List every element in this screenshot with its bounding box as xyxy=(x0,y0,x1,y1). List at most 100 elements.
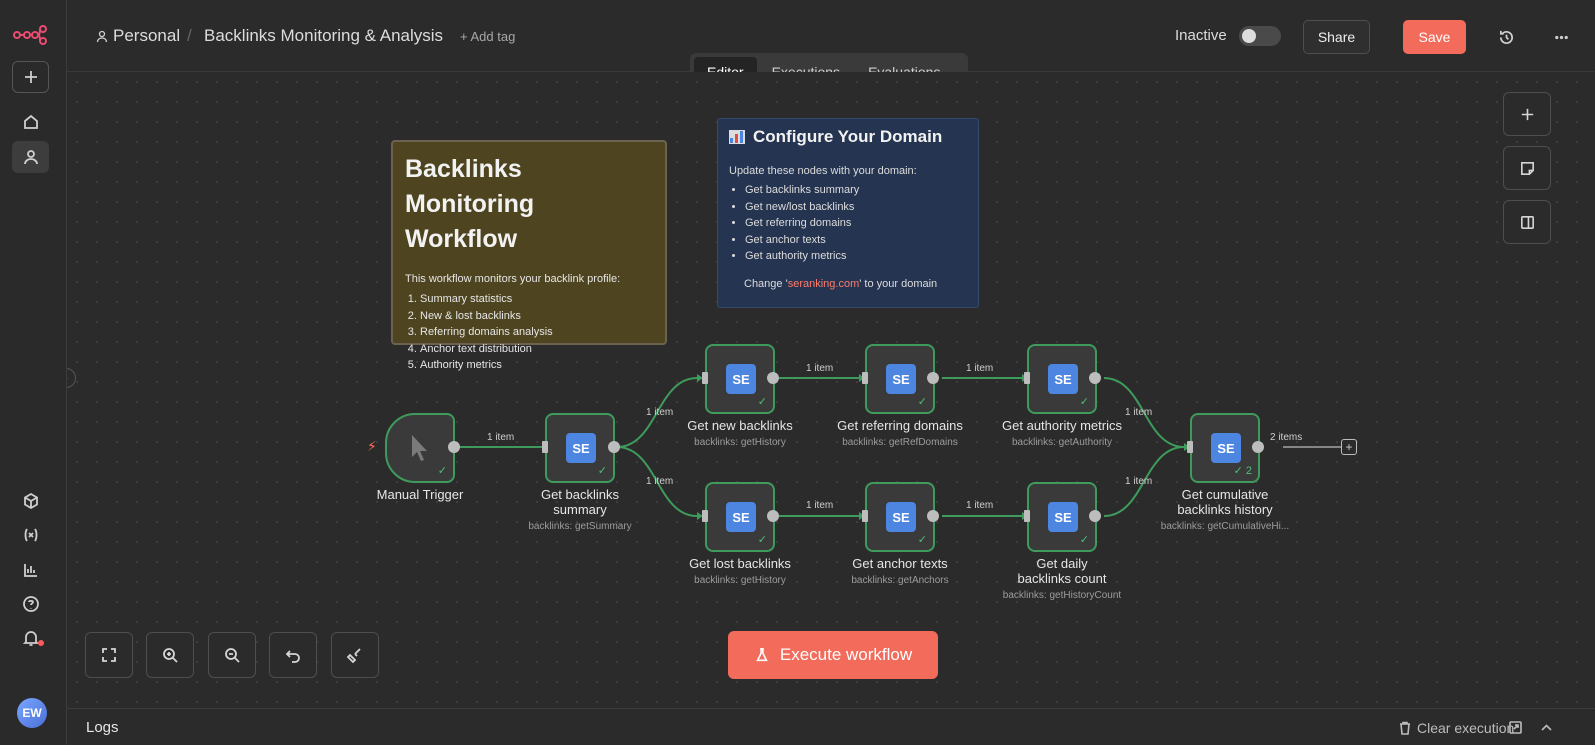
success-check-icon: ✓ xyxy=(437,465,447,477)
popout-logs-button[interactable] xyxy=(1508,720,1524,736)
node-get-backlinks-summary[interactable]: SE ✓ xyxy=(545,413,615,483)
sticky-note-overview[interactable]: Backlinks Monitoring Workflow This workf… xyxy=(391,140,667,371)
success-check-icon: ✓ xyxy=(1079,534,1089,546)
connection-label: 1 item xyxy=(1125,407,1153,418)
note-title: Configure Your Domain xyxy=(753,127,943,146)
personal-button[interactable] xyxy=(12,141,49,173)
change-prefix: Change ' xyxy=(744,277,788,290)
node-subtitle: backlinks: getSummary xyxy=(528,521,632,532)
execute-workflow-button[interactable]: Execute workflow xyxy=(728,631,938,679)
add-node-button[interactable]: + xyxy=(1341,439,1357,455)
templates-button[interactable] xyxy=(12,485,49,517)
insights-button[interactable] xyxy=(12,554,49,586)
node-subtitle: backlinks: getRefDomains xyxy=(842,437,958,448)
expand-logs-button[interactable] xyxy=(1539,720,1555,736)
node-subtitle: backlinks: getHistory xyxy=(694,437,786,448)
toggle-panel-button[interactable] xyxy=(1503,200,1551,244)
create-button[interactable] xyxy=(12,61,49,93)
input-port[interactable] xyxy=(702,510,708,522)
workflow-name[interactable]: Backlinks Monitoring & Analysis xyxy=(204,26,443,46)
output-port[interactable] xyxy=(1089,510,1101,522)
input-port[interactable] xyxy=(1024,372,1030,384)
help-icon xyxy=(22,596,39,612)
success-check-icon: ✓ xyxy=(1079,396,1089,408)
input-port[interactable] xyxy=(862,372,868,384)
success-check-icon: ✓ xyxy=(917,396,927,408)
list-item: Anchor text distribution xyxy=(420,341,653,358)
domain-link[interactable]: seranking.com xyxy=(788,278,860,290)
change-domain-text: Change 'seranking.com' to your domain xyxy=(744,278,967,290)
breadcrumb-project[interactable]: Personal xyxy=(113,26,180,46)
node-subtitle: backlinks: getAuthority xyxy=(1011,437,1113,448)
sticky-note-configure[interactable]: Configure Your Domain Update these nodes… xyxy=(717,118,979,308)
note-title: Backlinks Monitoring Workflow xyxy=(405,155,535,253)
clear-execution-button[interactable]: Clear execution xyxy=(1398,720,1514,736)
node-subtitle: backlinks: getHistoryCount xyxy=(1002,590,1122,601)
node-get-daily-backlinks-count[interactable]: SE ✓ xyxy=(1027,482,1097,552)
plus-icon xyxy=(24,71,37,83)
variables-button[interactable] xyxy=(12,519,49,551)
note-list: Summary statistics New & lost backlinks … xyxy=(420,291,653,374)
home-button[interactable] xyxy=(12,106,49,138)
logs-panel[interactable]: Logs Clear execution xyxy=(67,708,1595,745)
zoom-out-button[interactable] xyxy=(208,632,256,678)
add-sticky-note-button[interactable] xyxy=(1503,146,1551,190)
history-icon xyxy=(1499,30,1513,44)
help-button[interactable] xyxy=(12,588,49,620)
node-get-lost-backlinks[interactable]: SE ✓ xyxy=(705,482,775,552)
share-button[interactable]: Share xyxy=(1303,20,1370,54)
output-port[interactable] xyxy=(927,372,939,384)
connection-label: 2 items xyxy=(1270,432,1303,443)
save-button[interactable]: Save xyxy=(1403,20,1466,54)
connection-label: 1 item xyxy=(966,363,994,374)
undo-button[interactable] xyxy=(269,632,317,678)
output-port[interactable] xyxy=(927,510,939,522)
trigger-bolt-icon: ⚡ xyxy=(367,438,377,454)
input-port[interactable] xyxy=(542,441,548,453)
workflow-canvas[interactable]: › xyxy=(67,72,1595,708)
node-get-anchor-texts[interactable]: SE ✓ xyxy=(865,482,935,552)
zoom-in-button[interactable] xyxy=(146,632,194,678)
input-port[interactable] xyxy=(1187,441,1193,453)
list-item: New & lost backlinks xyxy=(420,308,653,325)
seranking-icon: SE xyxy=(886,364,916,394)
avatar[interactable]: EW xyxy=(17,698,47,728)
add-tag-button[interactable]: + Add tag xyxy=(460,29,515,44)
list-item: Summary statistics xyxy=(420,291,653,308)
more-menu-button[interactable] xyxy=(1549,25,1573,49)
note-list: Get backlinks summary Get new/lost backl… xyxy=(745,182,967,265)
flask-icon xyxy=(756,647,768,662)
input-port[interactable] xyxy=(702,372,708,384)
bar-chart-icon xyxy=(729,130,745,144)
output-port[interactable] xyxy=(608,441,620,453)
fit-view-button[interactable] xyxy=(85,632,133,678)
output-port[interactable] xyxy=(448,441,460,453)
seranking-icon: SE xyxy=(1048,364,1078,394)
add-node-panel-button[interactable] xyxy=(1503,92,1551,136)
node-get-new-backlinks[interactable]: SE ✓ xyxy=(705,344,775,414)
node-label: Get anchor texts xyxy=(852,556,948,571)
input-port[interactable] xyxy=(1024,510,1030,522)
output-port[interactable] xyxy=(1089,372,1101,384)
chart-icon xyxy=(23,564,37,577)
zoom-in-icon xyxy=(163,648,178,663)
note-intro: Update these nodes with your domain: xyxy=(729,165,917,177)
node-get-referring-domains[interactable]: SE ✓ xyxy=(865,344,935,414)
node-get-cumulative-backlinks-history[interactable]: SE ✓ 2 xyxy=(1190,413,1260,483)
tidy-up-button[interactable] xyxy=(331,632,379,678)
notification-dot xyxy=(38,640,44,646)
output-port[interactable] xyxy=(767,372,779,384)
plus-icon xyxy=(1521,108,1533,120)
node-get-authority-metrics[interactable]: SE ✓ xyxy=(1027,344,1097,414)
node-label: Get new backlinks xyxy=(687,418,793,433)
active-toggle[interactable] xyxy=(1239,26,1281,46)
node-manual-trigger[interactable]: ✓ xyxy=(385,413,455,483)
n8n-logo[interactable] xyxy=(13,24,47,46)
user-icon xyxy=(23,150,38,165)
input-port[interactable] xyxy=(862,510,868,522)
output-port[interactable] xyxy=(1252,441,1264,453)
output-port[interactable] xyxy=(767,510,779,522)
history-button[interactable] xyxy=(1494,25,1518,49)
connection-label: 1 item xyxy=(1125,476,1153,487)
notifications-button[interactable] xyxy=(12,622,49,654)
